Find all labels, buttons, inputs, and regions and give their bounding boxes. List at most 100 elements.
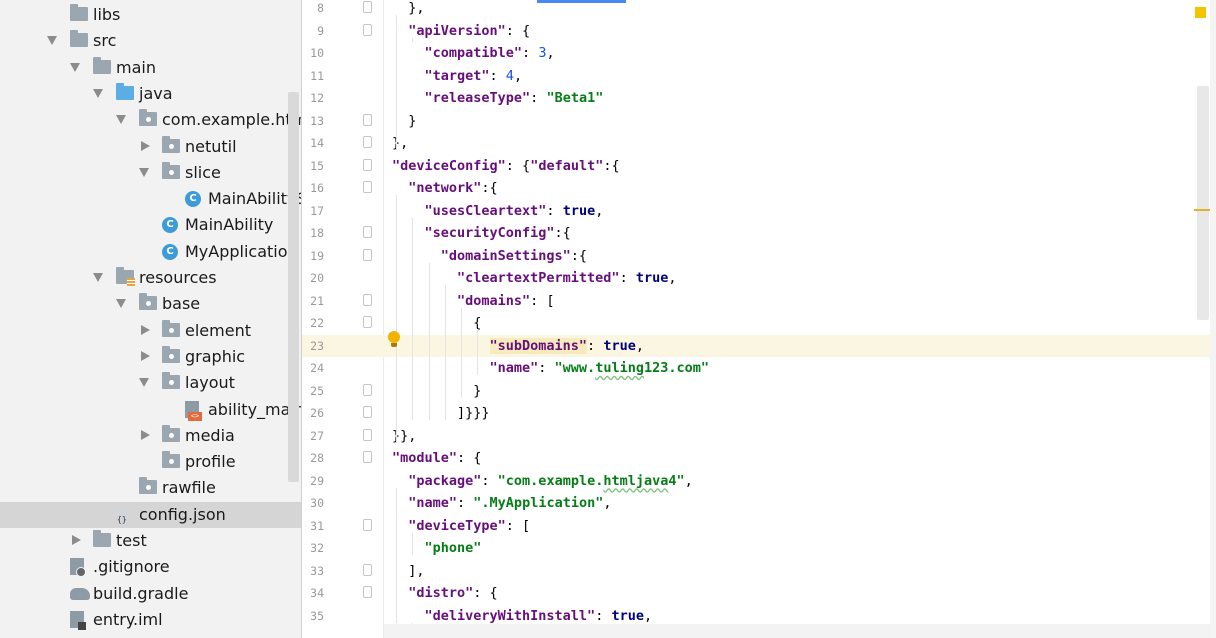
code-text: "phone": [425, 538, 482, 558]
code-token: "cleartextPermitted": [457, 270, 620, 286]
tree-row[interactable]: graphic: [0, 344, 301, 370]
code-token: : [: [530, 292, 555, 309]
fold-icon[interactable]: [363, 563, 372, 576]
tree-row[interactable]: java: [0, 81, 301, 107]
code-line[interactable]: 16 "network":{: [302, 177, 1210, 200]
tree-row[interactable]: ability_main.x: [0, 397, 301, 423]
code-line[interactable]: 23 "subDomains": true,: [302, 334, 1210, 357]
code-line[interactable]: 29 "package": "com.example.htmljava4",: [302, 470, 1210, 493]
code-line[interactable]: 10 "compatible": 3,: [302, 42, 1210, 65]
code-line[interactable]: 25}: [302, 380, 1210, 403]
tree-row[interactable]: C MainAbility: [0, 212, 301, 238]
code-text: "deviceConfig": {"default":{: [392, 156, 620, 176]
code-token: :{: [481, 180, 498, 196]
code-text: "domainSettings":{: [441, 246, 587, 266]
tree-row[interactable]: entry.iml: [0, 607, 301, 633]
code-line[interactable]: 31 "deviceType": [: [302, 515, 1210, 538]
code-line[interactable]: 21 "domains": [: [302, 290, 1210, 313]
code-line[interactable]: 28 "module": {: [302, 447, 1210, 470]
tree-row[interactable]: .gitignore: [0, 554, 301, 580]
code-editor[interactable]: 8}, 9 "apiVersion": {10 "compatible": 3, 11 "…: [302, 0, 1216, 638]
code-line[interactable]: 12 "releaseType": "Beta1": [302, 87, 1210, 110]
expand-arrow-icon[interactable]: [93, 273, 103, 282]
tree-row[interactable]: com.example.htmlja: [0, 107, 301, 133]
code-line[interactable]: 22 {: [302, 312, 1210, 335]
fold-icon[interactable]: [363, 518, 372, 531]
tree-row[interactable]: element: [0, 318, 301, 344]
package-icon: [162, 424, 180, 442]
code-line[interactable]: 20 "cleartextPermitted": true,: [302, 267, 1210, 290]
tree-row[interactable]: profile: [0, 449, 301, 475]
expand-arrow-icon[interactable]: [70, 62, 80, 72]
code-line[interactable]: 15 "deviceConfig": {"default":{: [302, 155, 1210, 178]
collapse-arrow-icon[interactable]: [72, 535, 81, 545]
code-line[interactable]: 14},: [302, 132, 1210, 155]
tree-row[interactable]: base: [0, 291, 301, 317]
code-line[interactable]: 8},: [302, 0, 1210, 20]
fold-icon[interactable]: [363, 316, 372, 328]
code-line[interactable]: 24 "name": "www.tuling123.com": [302, 357, 1210, 380]
tree-row[interactable]: C MyApplication: [0, 239, 301, 265]
fold-icon[interactable]: [363, 158, 372, 171]
warning-stripe-marker[interactable]: [1194, 209, 1210, 211]
fold-icon[interactable]: [363, 1, 372, 13]
fold-icon[interactable]: [363, 451, 372, 463]
code-token: "releaseType": [424, 90, 531, 106]
tree-row[interactable]: build.gradle: [0, 581, 301, 607]
tree-row[interactable]: resources: [0, 265, 301, 291]
code-line[interactable]: 18 "securityConfig":{: [302, 222, 1210, 245]
code-line[interactable]: 9 "apiVersion": {: [302, 20, 1210, 43]
tree-row[interactable]: src: [0, 28, 301, 54]
fold-icon[interactable]: [363, 383, 372, 396]
tree-row[interactable]: netutil: [0, 134, 301, 160]
fold-icon[interactable]: [363, 23, 372, 36]
tree-scrollbar[interactable]: [288, 92, 299, 482]
expand-arrow-icon[interactable]: [116, 299, 126, 309]
expand-arrow-icon[interactable]: [139, 378, 149, 388]
expand-arrow-icon[interactable]: [93, 88, 103, 98]
fold-icon[interactable]: [363, 428, 372, 441]
fold-icon[interactable]: [363, 136, 372, 148]
indent-guide: [396, 15, 397, 150]
code-line[interactable]: 13}: [302, 110, 1210, 133]
tree-row[interactable]: rawfile: [0, 475, 301, 501]
tree-row[interactable]: media: [0, 423, 301, 449]
collapse-arrow-icon[interactable]: [141, 350, 150, 361]
code-line[interactable]: 26]}}}: [302, 402, 1210, 425]
tree-row[interactable]: libs: [0, 2, 301, 28]
collapse-arrow-icon[interactable]: [141, 324, 150, 335]
collapse-arrow-icon[interactable]: [141, 140, 150, 151]
code-token: :: [546, 202, 563, 219]
code-token: :: [457, 495, 474, 511]
tree-row[interactable]: C MainAbilitySl: [0, 186, 301, 212]
code-token: : {: [505, 157, 531, 174]
fold-icon[interactable]: [363, 406, 372, 418]
tree-row[interactable]: slice: [0, 160, 301, 186]
fold-icon[interactable]: [363, 586, 372, 598]
tree-row[interactable]: config.json: [0, 501, 301, 528]
horizontal-scrollbar[interactable]: [384, 624, 1210, 638]
fold-icon[interactable]: [363, 113, 372, 126]
fold-icon[interactable]: [363, 181, 372, 193]
tree-row[interactable]: test: [0, 528, 301, 554]
code-line[interactable]: 11 "target": 4,: [302, 65, 1210, 88]
fold-icon[interactable]: [363, 248, 372, 261]
code-line[interactable]: 32 "phone": [302, 537, 1210, 560]
tree-row[interactable]: main: [0, 55, 301, 81]
expand-arrow-icon[interactable]: [116, 115, 126, 125]
expand-arrow-icon[interactable]: [139, 167, 149, 177]
fold-icon[interactable]: [363, 293, 372, 306]
inspection-status-icon[interactable]: [1195, 7, 1206, 18]
intention-bulb-icon[interactable]: [388, 331, 400, 347]
code-line[interactable]: 17 "usesCleartext": true,: [302, 200, 1210, 223]
tree-row[interactable]: layout: [0, 370, 301, 396]
editor-scrollbar[interactable]: [1197, 86, 1209, 320]
code-line[interactable]: 30 "name": ".MyApplication",: [302, 492, 1210, 515]
code-line[interactable]: 19 "domainSettings":{: [302, 245, 1210, 268]
expand-arrow-icon[interactable]: [47, 36, 57, 46]
fold-icon[interactable]: [363, 226, 372, 238]
collapse-arrow-icon[interactable]: [141, 429, 150, 440]
code-line[interactable]: 34 "distro": {: [302, 582, 1210, 605]
code-line[interactable]: 27}},: [302, 425, 1210, 448]
code-line[interactable]: 33],: [302, 560, 1210, 583]
